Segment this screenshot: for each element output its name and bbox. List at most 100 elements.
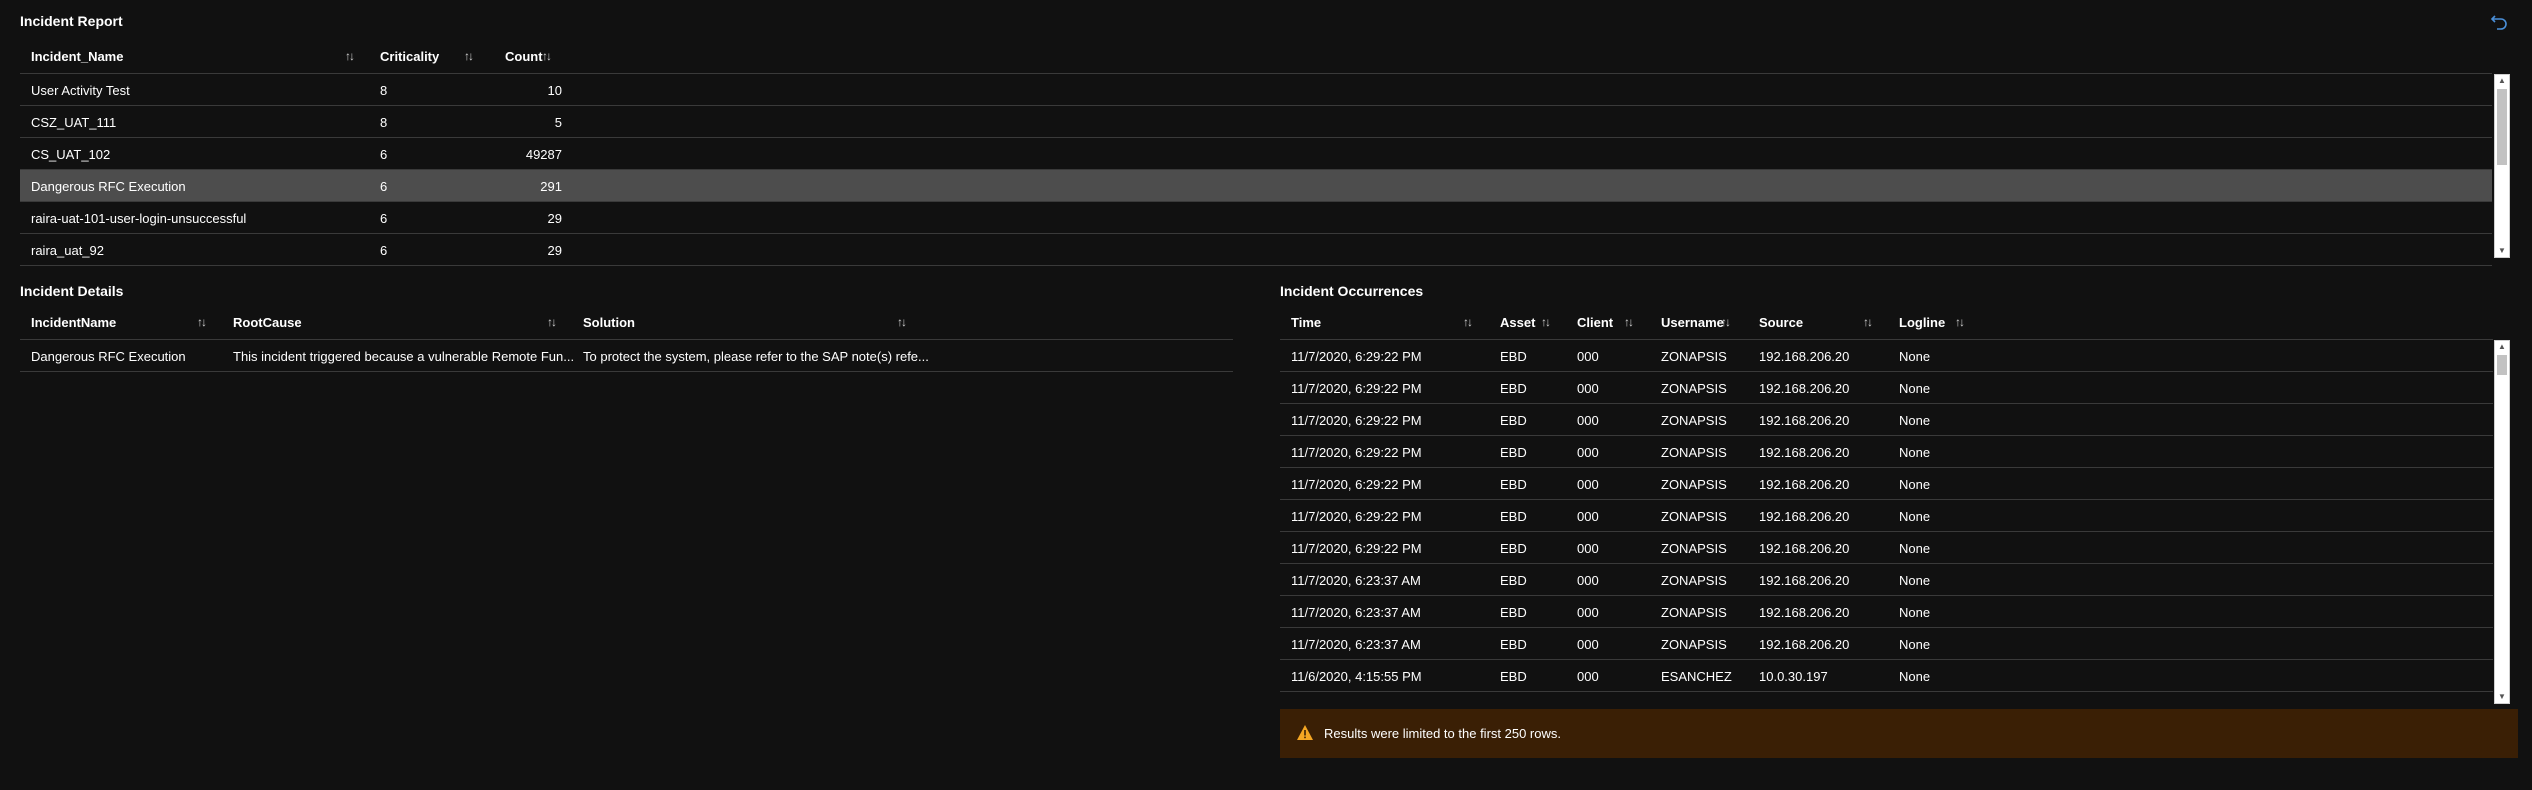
col-header-asset[interactable]: Asset — [1500, 315, 1535, 330]
col-header-solution[interactable]: Solution — [583, 315, 635, 330]
client-cell: 000 — [1577, 445, 1599, 460]
table-row[interactable]: raira-uat-101-user-login-unsuccessful 6 29 — [20, 202, 2492, 234]
table-row[interactable]: User Activity Test 8 10 — [20, 74, 2492, 106]
table-row[interactable]: 11/7/2020, 6:29:22 PM EBD 000 ZONAPSIS 192.1… — [1280, 436, 2493, 468]
logline-cell: None — [1899, 349, 1931, 364]
table-row[interactable]: 11/6/2020, 4:15:55 PM EBD 000 ESANCHEZ 10.0.… — [1280, 660, 2493, 692]
table-row[interactable]: 11/7/2020, 6:29:22 PM EBD 000 ZONAPSIS 192.1… — [1280, 500, 2493, 532]
username-cell: ZONAPSIS — [1661, 509, 1727, 524]
time-cell: 11/7/2020, 6:23:37 AM — [1291, 605, 1421, 620]
logline-cell: None — [1899, 477, 1931, 492]
sort-icon[interactable]: ↑↓ — [1955, 315, 1965, 329]
asset-cell: EBD — [1500, 605, 1527, 620]
time-cell: 11/7/2020, 6:29:22 PM — [1291, 413, 1422, 428]
source-cell: 192.168.206.20 — [1759, 349, 1850, 364]
col-header-logline[interactable]: Logline — [1899, 315, 1945, 330]
count-cell: 29 — [547, 211, 562, 226]
col-header-count[interactable]: Count — [505, 49, 543, 64]
client-cell: 000 — [1577, 381, 1599, 396]
time-cell: 11/7/2020, 6:29:22 PM — [1291, 541, 1422, 556]
logline-cell: None — [1899, 445, 1931, 460]
incident-details-title: Incident Details — [20, 283, 124, 299]
username-cell: ZONAPSIS — [1661, 605, 1727, 620]
table-row[interactable]: Dangerous RFC Execution This incident tr… — [20, 340, 1233, 372]
incident-occurrences-scrollbar[interactable]: ▲ ▼ — [2494, 340, 2510, 704]
scroll-up-icon[interactable]: ▲ — [2495, 341, 2509, 353]
incident-name-cell: Dangerous RFC Execution — [31, 179, 186, 194]
incident-report-scrollbar[interactable]: ▲ ▼ — [2494, 74, 2510, 258]
time-cell: 11/7/2020, 6:23:37 AM — [1291, 637, 1421, 652]
asset-cell: EBD — [1500, 349, 1527, 364]
scroll-up-icon[interactable]: ▲ — [2495, 75, 2509, 87]
table-row[interactable]: 11/7/2020, 6:23:37 AM EBD 000 ZONAPSIS 192.1… — [1280, 564, 2493, 596]
table-row[interactable]: 11/7/2020, 6:23:37 AM EBD 000 ZONAPSIS 192.1… — [1280, 628, 2493, 660]
incident-name-cell: raira_uat_92 — [31, 243, 104, 258]
col-header-criticality[interactable]: Criticality — [380, 49, 439, 64]
sort-icon[interactable]: ↑↓ — [197, 315, 207, 329]
col-header-incident-name[interactable]: Incident_Name — [31, 49, 123, 64]
count-cell: 5 — [554, 115, 562, 130]
logline-cell: None — [1899, 637, 1931, 652]
sort-icon[interactable]: ↑↓ — [1721, 315, 1731, 329]
scrollbar-thumb[interactable] — [2497, 355, 2507, 375]
col-header-client[interactable]: Client — [1577, 315, 1613, 330]
col-header-incident-name[interactable]: IncidentName — [31, 315, 116, 330]
sort-icon[interactable]: ↑↓ — [1463, 315, 1473, 329]
client-cell: 000 — [1577, 605, 1599, 620]
sort-icon[interactable]: ↑↓ — [464, 49, 474, 63]
table-row[interactable]: 11/7/2020, 6:29:22 PM EBD 000 ZONAPSIS 192.1… — [1280, 468, 2493, 500]
table-row[interactable]: 11/7/2020, 6:29:22 PM EBD 000 ZONAPSIS 192.1… — [1280, 532, 2493, 564]
table-row[interactable]: CSZ_UAT_111 8 5 — [20, 106, 2492, 138]
col-header-username[interactable]: Username — [1661, 315, 1724, 330]
col-header-time[interactable]: Time — [1291, 315, 1321, 330]
table-row[interactable]: 11/7/2020, 6:29:22 PM EBD 000 ZONAPSIS 192.1… — [1280, 404, 2493, 436]
source-cell: 192.168.206.20 — [1759, 605, 1850, 620]
incident-name-cell: Dangerous RFC Execution — [31, 349, 186, 364]
count-cell: 29 — [547, 243, 562, 258]
time-cell: 11/7/2020, 6:29:22 PM — [1291, 445, 1422, 460]
asset-cell: EBD — [1500, 541, 1527, 556]
warning-icon — [1297, 725, 1313, 740]
client-cell: 000 — [1577, 509, 1599, 524]
logline-cell: None — [1899, 541, 1931, 556]
table-row[interactable]: 11/7/2020, 6:23:37 AM EBD 000 ZONAPSIS 192.1… — [1280, 596, 2493, 628]
logline-cell: None — [1899, 605, 1931, 620]
incident-name-cell: User Activity Test — [31, 83, 130, 98]
source-cell: 10.0.30.197 — [1759, 669, 1828, 684]
sort-icon[interactable]: ↑↓ — [1863, 315, 1873, 329]
table-row[interactable]: 11/7/2020, 6:29:22 PM EBD 000 ZONAPSIS 192.1… — [1280, 340, 2493, 372]
time-cell: 11/6/2020, 4:15:55 PM — [1291, 669, 1422, 684]
sort-icon[interactable]: ↑↓ — [345, 49, 355, 63]
undo-icon[interactable] — [2488, 10, 2512, 34]
count-cell: 291 — [540, 179, 562, 194]
asset-cell: EBD — [1500, 509, 1527, 524]
row-limit-warning-banner: Results were limited to the first 250 ro… — [1280, 709, 2518, 758]
username-cell: ESANCHEZ — [1661, 669, 1732, 684]
table-row[interactable]: Dangerous RFC Execution 6 291 — [20, 170, 2492, 202]
scroll-down-icon[interactable]: ▼ — [2495, 245, 2509, 257]
sort-icon[interactable]: ↑↓ — [542, 49, 552, 63]
source-cell: 192.168.206.20 — [1759, 637, 1850, 652]
table-row[interactable]: CS_UAT_102 6 49287 — [20, 138, 2492, 170]
logline-cell: None — [1899, 573, 1931, 588]
source-cell: 192.168.206.20 — [1759, 477, 1850, 492]
sort-icon[interactable]: ↑↓ — [547, 315, 557, 329]
scroll-down-icon[interactable]: ▼ — [2495, 691, 2509, 703]
username-cell: ZONAPSIS — [1661, 445, 1727, 460]
sort-icon[interactable]: ↑↓ — [1624, 315, 1634, 329]
criticality-cell: 6 — [380, 147, 388, 162]
sort-icon[interactable]: ↑↓ — [897, 315, 907, 329]
scrollbar-thumb[interactable] — [2497, 89, 2507, 165]
logline-cell: None — [1899, 509, 1931, 524]
logline-cell: None — [1899, 381, 1931, 396]
col-header-source[interactable]: Source — [1759, 315, 1803, 330]
time-cell: 11/7/2020, 6:23:37 AM — [1291, 573, 1421, 588]
username-cell: ZONAPSIS — [1661, 349, 1727, 364]
client-cell: 000 — [1577, 669, 1599, 684]
asset-cell: EBD — [1500, 669, 1527, 684]
table-row[interactable]: 11/7/2020, 6:29:22 PM EBD 000 ZONAPSIS 192.1… — [1280, 372, 2493, 404]
table-row[interactable]: raira_uat_92 6 29 — [20, 234, 2492, 266]
sort-icon[interactable]: ↑↓ — [1541, 315, 1551, 329]
col-header-root-cause[interactable]: RootCause — [233, 315, 302, 330]
asset-cell: EBD — [1500, 381, 1527, 396]
